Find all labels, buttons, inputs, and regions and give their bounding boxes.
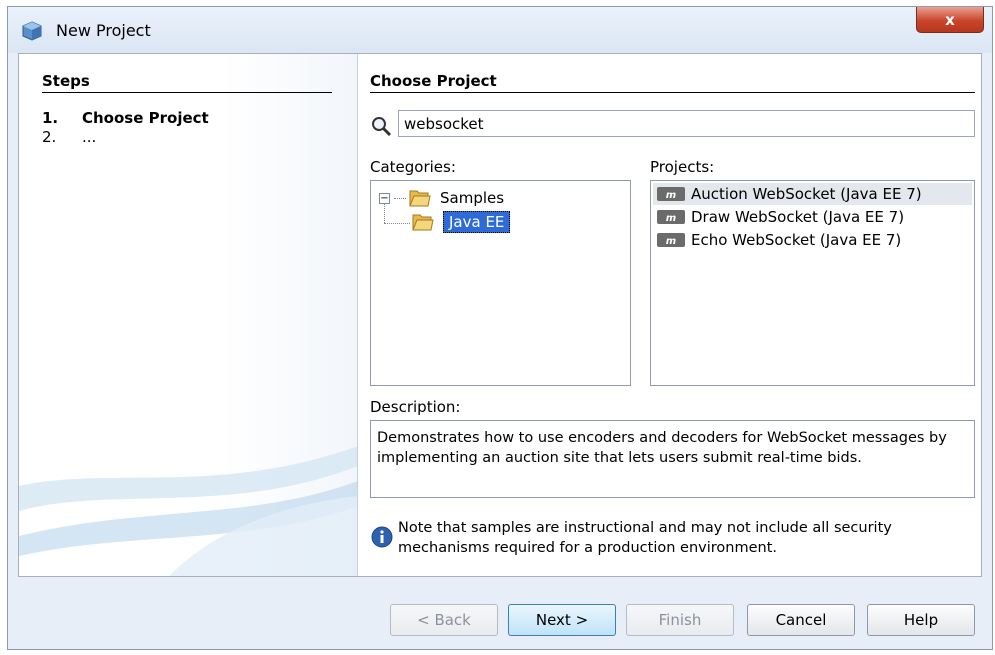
tree-connector: [384, 203, 386, 223]
decorative-swoosh: [19, 446, 357, 576]
search-input[interactable]: [398, 110, 975, 137]
maven-project-icon: m: [657, 210, 685, 224]
finish-button[interactable]: Finish: [626, 604, 734, 636]
step-number: 2.: [42, 128, 57, 146]
steps-divider: [42, 92, 332, 93]
categories-label: Categories:: [370, 158, 456, 176]
window-title: New Project: [56, 21, 151, 40]
next-button[interactable]: Next >: [508, 604, 616, 636]
folder-icon: [409, 190, 431, 207]
project-item-auction[interactable]: m Auction WebSocket (Java EE 7): [653, 183, 972, 205]
projects-list[interactable]: m Auction WebSocket (Java EE 7) m Draw W…: [650, 180, 975, 386]
step-label: Choose Project: [82, 109, 209, 127]
close-button[interactable]: x: [916, 7, 984, 33]
svg-text:m: m: [666, 213, 676, 224]
step-label: ...: [82, 128, 97, 146]
step-item-next: 2....: [42, 128, 96, 146]
tree-node-java-ee[interactable]: Java EE: [411, 211, 511, 233]
projects-label: Projects:: [650, 158, 715, 176]
project-item-label: Auction WebSocket (Java EE 7): [691, 185, 922, 203]
steps-pane: Steps 1. Choose Project 2....: [19, 54, 358, 576]
main-pane: Choose Project Categories: − Samples: [358, 54, 981, 576]
info-icon: [371, 526, 393, 548]
maven-project-icon: m: [657, 187, 685, 201]
description-text: Demonstrates how to use encoders and dec…: [370, 420, 975, 498]
project-item-label: Draw WebSocket (Java EE 7): [691, 208, 905, 226]
tree-node-label: Samples: [440, 189, 505, 207]
magnifier-icon: [372, 117, 392, 137]
svg-text:m: m: [666, 190, 676, 201]
new-project-dialog: New Project x Steps 1. Choose Project 2..…: [7, 6, 993, 650]
step-item-choose-project: 1. Choose Project: [42, 109, 209, 127]
steps-header: Steps: [42, 72, 90, 90]
button-bar: < Back Next > Finish Cancel Help: [8, 577, 992, 651]
collapse-toggle-icon[interactable]: −: [379, 192, 390, 204]
folder-icon: [412, 214, 434, 231]
project-item-draw[interactable]: m Draw WebSocket (Java EE 7): [653, 206, 972, 228]
choose-project-header: Choose Project: [370, 72, 497, 90]
project-item-label: Echo WebSocket (Java EE 7): [691, 231, 902, 249]
header-divider: [370, 92, 975, 93]
project-item-echo[interactable]: m Echo WebSocket (Java EE 7): [653, 229, 972, 251]
tree-node-label-selected: Java EE: [443, 211, 511, 233]
wizard-content: Steps 1. Choose Project 2.... Choose Proj…: [18, 53, 982, 577]
tree-connector: [394, 197, 406, 199]
step-number: 1.: [42, 109, 59, 127]
tree-node-samples[interactable]: − Samples: [379, 187, 504, 209]
categories-tree[interactable]: − Samples Java EE: [370, 180, 631, 386]
back-button[interactable]: < Back: [390, 604, 498, 636]
description-label: Description:: [370, 398, 461, 416]
title-bar[interactable]: New Project x: [8, 7, 992, 53]
help-button[interactable]: Help: [867, 604, 975, 636]
maven-project-icon: m: [657, 233, 685, 247]
svg-text:m: m: [666, 236, 676, 247]
close-icon: x: [945, 10, 955, 29]
tree-connector: [384, 223, 410, 224]
security-note: Note that samples are instructional and …: [398, 520, 892, 556]
cancel-button[interactable]: Cancel: [747, 604, 855, 636]
netbeans-cube-icon: [22, 21, 42, 41]
